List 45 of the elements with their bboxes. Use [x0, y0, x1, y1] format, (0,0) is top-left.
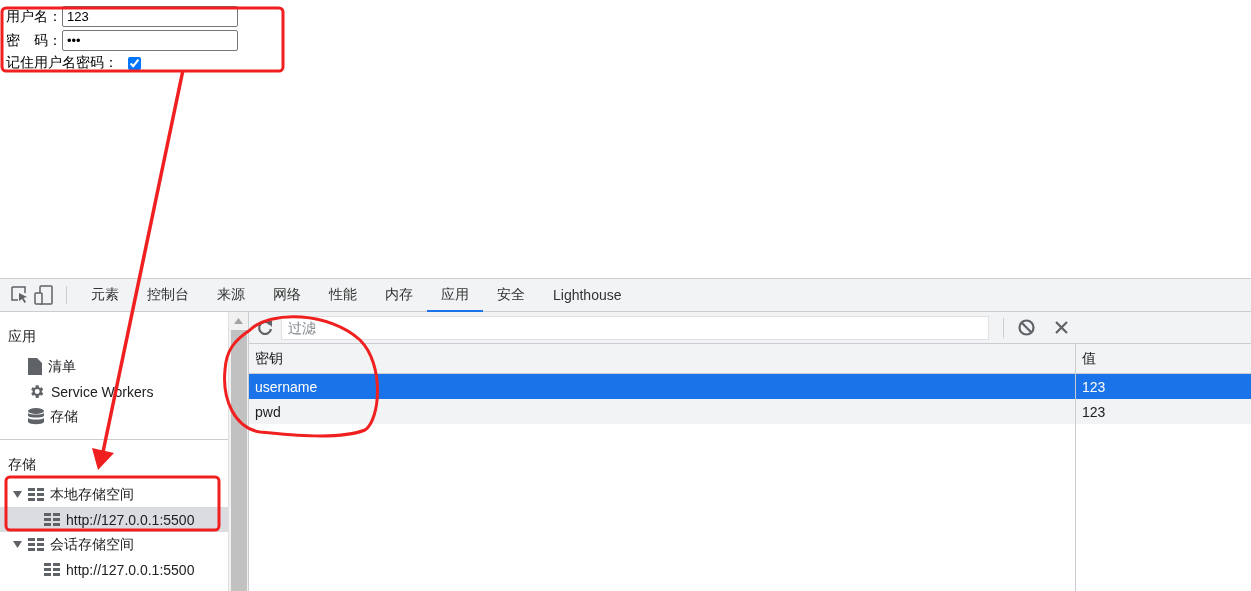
devtools-tab[interactable]: 元素 — [77, 279, 133, 312]
table-icon — [44, 562, 60, 577]
table-icon — [28, 537, 44, 552]
devtools-tab[interactable]: 网络 — [259, 279, 315, 312]
devtools-tab[interactable]: 内存 — [371, 279, 427, 312]
devtools-tab[interactable]: Lighthouse — [539, 279, 636, 312]
devtools-tab[interactable]: 安全 — [483, 279, 539, 312]
devtools-tab[interactable]: 控制台 — [133, 279, 203, 312]
field-label: 密 码： — [6, 31, 62, 50]
table-cell[interactable]: pwd — [249, 399, 1076, 424]
expanded-triangle-icon[interactable] — [13, 540, 22, 549]
column-header[interactable]: 值 — [1076, 344, 1251, 374]
column-header[interactable]: 密钥 — [249, 344, 1076, 374]
section-title: 应用 — [7, 327, 37, 346]
tree-item[interactable]: http://127.0.0.1:5500 — [66, 511, 195, 528]
username-field[interactable]: 123 — [62, 6, 238, 27]
scrollbar[interactable] — [228, 312, 248, 591]
table-icon — [44, 512, 60, 527]
database-icon — [28, 408, 44, 425]
refresh-icon[interactable] — [257, 319, 273, 336]
tree-item[interactable]: http://127.0.0.1:5500 — [66, 561, 195, 578]
cursor-select-icon[interactable] — [11, 286, 29, 304]
password-field[interactable]: ••• — [62, 30, 238, 51]
sidebar-item[interactable]: 清单 — [48, 357, 76, 376]
devtools-tab[interactable]: 来源 — [203, 279, 259, 312]
tree-item[interactable]: 本地存储空间 — [50, 485, 134, 504]
filter-field[interactable]: 过滤 — [281, 315, 989, 340]
remember-checkbox[interactable] — [128, 56, 141, 70]
close-icon[interactable] — [1055, 321, 1068, 334]
tree-item[interactable]: 会话存储空间 — [50, 535, 134, 554]
table-icon — [28, 487, 44, 502]
tree-row[interactable]: http://127.0.0.1:5500 — [0, 557, 228, 582]
clear-all-icon[interactable] — [1018, 319, 1035, 336]
checkbox-label: 记住用户名密码： — [6, 54, 118, 72]
file-icon — [28, 358, 42, 375]
table-cell[interactable]: 123 — [1076, 399, 1251, 424]
gear-icon — [28, 383, 45, 400]
device-icon[interactable] — [34, 285, 54, 305]
expanded-triangle-icon[interactable] — [13, 490, 22, 499]
table-cell[interactable]: username — [249, 374, 1076, 399]
section-title: 存储 — [7, 455, 37, 474]
sidebar-item[interactable]: 存储 — [50, 407, 78, 426]
field-label: 用户名： — [6, 7, 62, 26]
table-cell[interactable]: 123 — [1076, 374, 1251, 399]
devtools-tab[interactable]: 性能 — [315, 279, 371, 312]
